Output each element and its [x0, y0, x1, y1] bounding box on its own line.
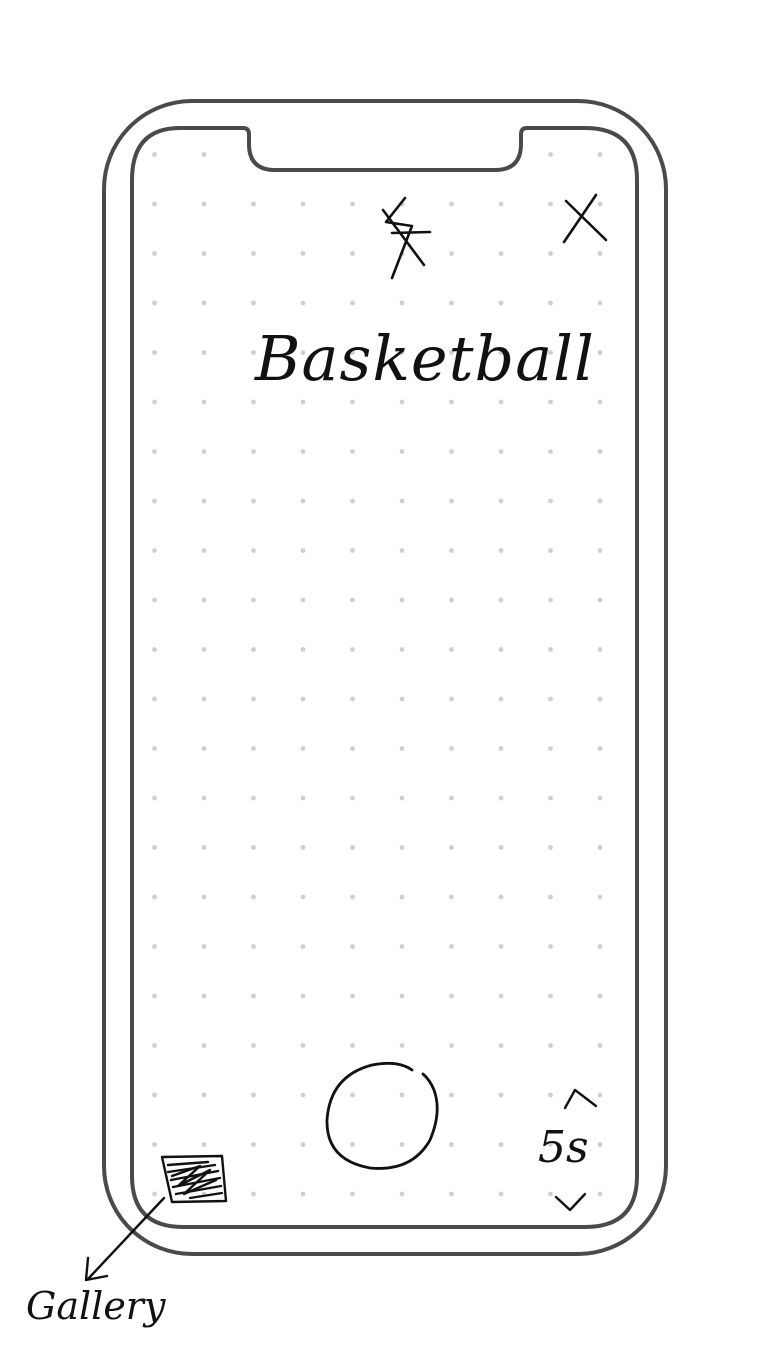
screen-title: Basketball	[255, 322, 595, 395]
gallery-annotation-arrow	[84, 1196, 166, 1282]
phone-frame	[84, 99, 668, 1282]
screen-dot-grid	[132, 128, 637, 1227]
timer-value[interactable]: 5s	[538, 1122, 589, 1173]
gallery-annotation-label: Gallery	[26, 1284, 166, 1328]
